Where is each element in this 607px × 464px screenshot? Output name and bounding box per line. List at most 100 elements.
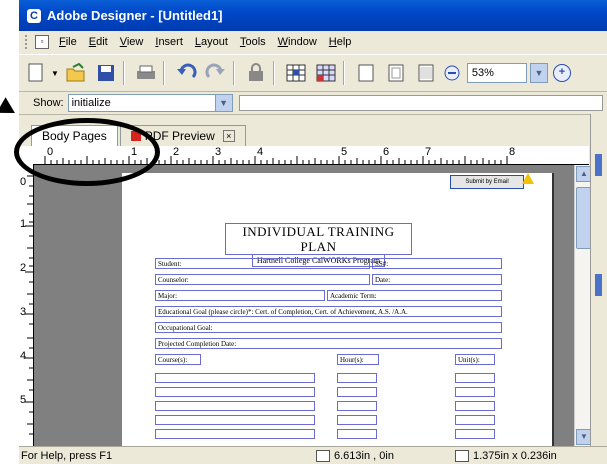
title-bar: C Adobe Designer - [Untitled1] — [19, 0, 607, 31]
ruler-label: 4 — [20, 350, 27, 362]
table-grid-icon — [316, 64, 336, 82]
projected-completion-field[interactable]: Projected Completion Date: — [155, 338, 502, 349]
close-tab-icon[interactable]: × — [222, 130, 235, 142]
annotation-ellipse — [14, 118, 160, 186]
show-label: Show: — [33, 97, 64, 109]
undo-button[interactable] — [173, 60, 199, 86]
major-field[interactable]: Major: — [155, 290, 325, 301]
educational-goal-field[interactable]: Educational Goal (please circle)*: Cert.… — [155, 306, 502, 317]
menu-bar: ▫ File Edit View Insert Layout Tools Win… — [19, 33, 607, 51]
menu-file[interactable]: File — [53, 36, 83, 48]
zoom-level-select[interactable]: 53% ▼ — [466, 63, 548, 83]
units-input[interactable] — [455, 429, 495, 439]
script-editor-field[interactable] — [238, 95, 603, 111]
toolbar-separator — [342, 61, 345, 85]
ruler-label: 8 — [509, 146, 516, 158]
ruler-label: 5 — [20, 394, 27, 406]
submit-by-email-button[interactable]: Submit by Email — [450, 175, 524, 189]
document-menu-icon[interactable]: ▫ — [35, 35, 49, 49]
show-dropdown-arrow-icon[interactable]: ▼ — [214, 95, 232, 111]
hours-input[interactable] — [337, 401, 377, 411]
ruler-label: 3 — [215, 146, 222, 158]
hours-input[interactable] — [337, 415, 377, 425]
status-help-text: For Help, press F1 — [21, 450, 113, 462]
units-input[interactable] — [455, 401, 495, 411]
size-icon — [455, 450, 469, 462]
page-view-single-button[interactable] — [353, 60, 379, 86]
student-field[interactable]: Student: — [155, 258, 370, 269]
page-view-width-button[interactable] — [413, 60, 439, 86]
printer-icon — [136, 65, 155, 79]
form-title-block[interactable]: INDIVIDUAL TRAINING PLAN Hartnell Colleg… — [225, 223, 412, 267]
lock-fields-button[interactable] — [243, 60, 269, 86]
status-size-value: 1.375in x 0.236in — [473, 450, 557, 462]
lock-icon — [248, 63, 263, 81]
application-window: C Adobe Designer - [Untitled1] ▫ File Ed… — [19, 0, 607, 464]
adobe-designer-app-icon: C — [27, 8, 41, 23]
show-event-value: initialize — [71, 97, 111, 109]
course-input[interactable] — [155, 373, 315, 383]
grid-button[interactable] — [283, 60, 309, 86]
new-document-icon — [28, 63, 43, 82]
hours-input[interactable] — [337, 429, 377, 439]
save-button[interactable] — [93, 60, 119, 86]
course-input[interactable] — [155, 429, 315, 439]
warning-icon — [522, 173, 534, 184]
course-input[interactable] — [155, 401, 315, 411]
counselor-field[interactable]: Counselor: — [155, 274, 370, 285]
units-input[interactable] — [455, 387, 495, 397]
zoom-dropdown-arrow-icon[interactable]: ▼ — [529, 63, 548, 83]
redo-button[interactable] — [203, 60, 229, 86]
status-bar: For Help, press F1 6.613in , 0in 1.375in… — [19, 446, 607, 464]
ruler-label: 0 — [20, 176, 27, 188]
hours-header: Hour(s): — [337, 354, 379, 365]
toolbar-separator — [232, 61, 235, 85]
redo-icon — [205, 63, 225, 79]
ruler-label: 2 — [173, 146, 180, 158]
menu-layout[interactable]: Layout — [189, 36, 234, 48]
course-input[interactable] — [155, 415, 315, 425]
ruler-label: 6 — [383, 146, 390, 158]
menu-view[interactable]: View — [114, 36, 150, 48]
hours-input[interactable] — [337, 387, 377, 397]
zoom-in-icon[interactable]: + — [552, 64, 571, 82]
menubar-grip-handle[interactable] — [25, 35, 31, 49]
menu-tools[interactable]: Tools — [234, 36, 272, 48]
units-input[interactable] — [455, 373, 495, 383]
page-icon — [358, 64, 374, 82]
academic-term-field[interactable]: Academic Term: — [327, 290, 502, 301]
page-view-fit-button[interactable] — [383, 60, 409, 86]
zoom-out-button[interactable] — [443, 60, 461, 86]
ssn-field[interactable]: SS#: — [372, 258, 502, 269]
menu-insert[interactable]: Insert — [149, 36, 189, 48]
occupational-goal-field[interactable]: Occupational Goal: — [155, 322, 502, 333]
ruler-label: 3 — [20, 306, 27, 318]
menu-edit[interactable]: Edit — [83, 36, 114, 48]
new-dropdown-arrow-icon[interactable]: ▼ — [51, 69, 59, 78]
print-button[interactable] — [133, 60, 159, 86]
status-position-value: 6.613in , 0in — [334, 450, 394, 462]
open-button[interactable] — [63, 60, 89, 86]
position-icon — [316, 450, 330, 462]
menu-help[interactable]: Help — [323, 36, 358, 48]
vertical-scrollbar[interactable]: ▲ ▼ — [574, 165, 592, 446]
menu-window[interactable]: Window — [272, 36, 323, 48]
toolbar-separator — [272, 61, 275, 85]
form-page[interactable]: Submit by Email INDIVIDUAL TRAINING PLAN… — [122, 173, 554, 446]
form-title: INDIVIDUAL TRAINING PLAN — [242, 224, 395, 254]
hours-input[interactable] — [337, 373, 377, 383]
script-editor-bar: Show: initialize ▼ — [19, 92, 607, 115]
palette-collapse-handle[interactable] — [595, 274, 602, 296]
date-field[interactable]: Date: — [372, 274, 502, 285]
new-document-button[interactable] — [23, 60, 49, 86]
show-event-select[interactable]: initialize ▼ — [67, 94, 233, 112]
palette-collapse-handle[interactable] — [595, 154, 602, 176]
toolbar-separator — [162, 61, 165, 85]
course-input[interactable] — [155, 387, 315, 397]
ruler-label: 5 — [341, 146, 348, 158]
design-canvas[interactable]: Submit by Email INDIVIDUAL TRAINING PLAN… — [34, 165, 574, 446]
table-grid-button[interactable] — [313, 60, 339, 86]
save-disk-icon — [97, 65, 114, 81]
toolbar-separator — [122, 61, 125, 85]
units-input[interactable] — [455, 415, 495, 425]
